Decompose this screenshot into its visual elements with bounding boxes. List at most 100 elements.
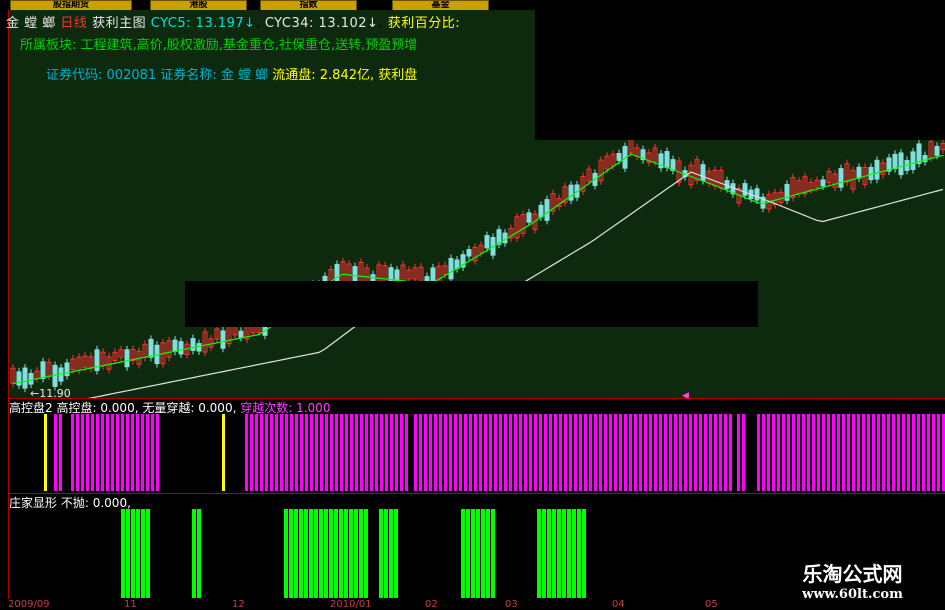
high-control-bar [694,414,697,491]
dealer-bar [486,509,490,598]
high-control-bar [106,414,109,491]
dealer-bar [389,509,393,598]
candle-body [124,349,130,368]
float-value: 2.842亿, [319,68,375,83]
high-control-bar [574,414,577,491]
high-control-bar [564,414,567,491]
high-control-bar [464,414,467,491]
high-control-bar [937,414,940,491]
dealer-bar [324,509,328,598]
high-control-bar [121,414,124,491]
high-control-bar [355,414,358,491]
high-control-bar [280,414,283,491]
high-control-bar [704,414,707,491]
dealer-bar [121,509,125,598]
high-control-bar [674,414,677,491]
high-control-bar [897,414,900,491]
high-control-bar [887,414,890,491]
dealer-bar [146,509,150,598]
high-control-bar [300,414,303,491]
template-label[interactable]: 获利主图 [92,16,146,31]
watermark-title: 乐淘公式网 [802,562,903,586]
high-control-bar [250,414,253,491]
panel2-label1: 高控盘: [56,401,97,415]
high-control-bar [360,414,363,491]
high-control-bar [699,414,702,491]
high-control-bar [151,414,154,491]
candle-body [934,145,940,156]
candle-body [484,235,490,249]
high-control-bar [136,414,139,491]
high-control-bar [395,414,398,491]
high-control-bar [729,414,732,491]
high-control-bar [599,414,602,491]
x-tick: 11 [124,599,137,610]
candle-body [526,212,532,223]
high-control-bar [842,414,845,491]
dealer-bar [461,509,465,598]
candle-body [838,168,844,188]
high-control-bar [245,414,248,491]
high-control-bar [654,414,657,491]
candle-body [916,143,922,164]
high-control-bar [469,414,472,491]
high-control-bar [131,414,134,491]
dealer-bar [547,509,551,598]
high-control-bar [375,414,378,491]
dealer-bar [294,509,298,598]
high-control-bar [489,414,492,491]
high-control-bar [684,414,687,491]
high-control-bar [449,414,452,491]
panel2-title: 高控盘2 [9,401,53,415]
dealer-bar [126,509,130,598]
high-control-bar [86,414,89,491]
high-control-bar [762,414,765,491]
high-control-bar [260,414,263,491]
dealer-bar [131,509,135,598]
dealer-bar [572,509,576,598]
dealer-bar [329,509,333,598]
dealer-bar [359,509,363,598]
high-control-bar [709,414,712,491]
yellow-signal-bar [222,414,225,491]
high-control-bar [892,414,895,491]
candle-body [892,153,898,170]
candle-body [238,330,244,339]
high-control-bar [822,414,825,491]
period-label[interactable]: 日线 [60,16,87,31]
x-tick: 05 [705,599,718,610]
high-control-bar [126,414,129,491]
name-label: 证券名称: [160,68,217,83]
high-control-bar [604,414,607,491]
high-control-bar [91,414,94,491]
high-control-bar [619,414,622,491]
high-control-bar [330,414,333,491]
high-control-bar [380,414,383,491]
high-control-bar [857,414,860,491]
high-control-bar [474,414,477,491]
high-control-bar [529,414,532,491]
high-control-bar [559,414,562,491]
high-control-bar [479,414,482,491]
panel3-value1: 0.000, [92,496,131,510]
name-value: 金 螳 螂 [220,68,269,83]
high-control-bar [724,414,727,491]
candle-body [196,343,202,352]
high-control-bar [624,414,627,491]
high-control-bar [534,414,537,491]
cyc5-value: 13.197↓ [195,16,256,31]
high-control-bar [434,414,437,491]
candle-body [664,151,670,168]
high-control-bar [54,414,57,491]
high-control-bar [877,414,880,491]
high-control-bar [609,414,612,491]
panel3-label1: 不抛: [60,496,89,510]
panel3-legend: 庄家显形 不抛: 0.000, [9,494,131,511]
dealer-bar [471,509,475,598]
high-control-bar [807,414,810,491]
dealer-bar [304,509,308,598]
high-control-bar [579,414,582,491]
high-control-indicator-panel[interactable]: 高控盘2 高控盘: 0.000, 无量穿越: 0.000, 穿越次数: 1.00… [8,398,945,494]
profit-pct-label: 获利百分比: [387,16,461,31]
high-control-bar [370,414,373,491]
